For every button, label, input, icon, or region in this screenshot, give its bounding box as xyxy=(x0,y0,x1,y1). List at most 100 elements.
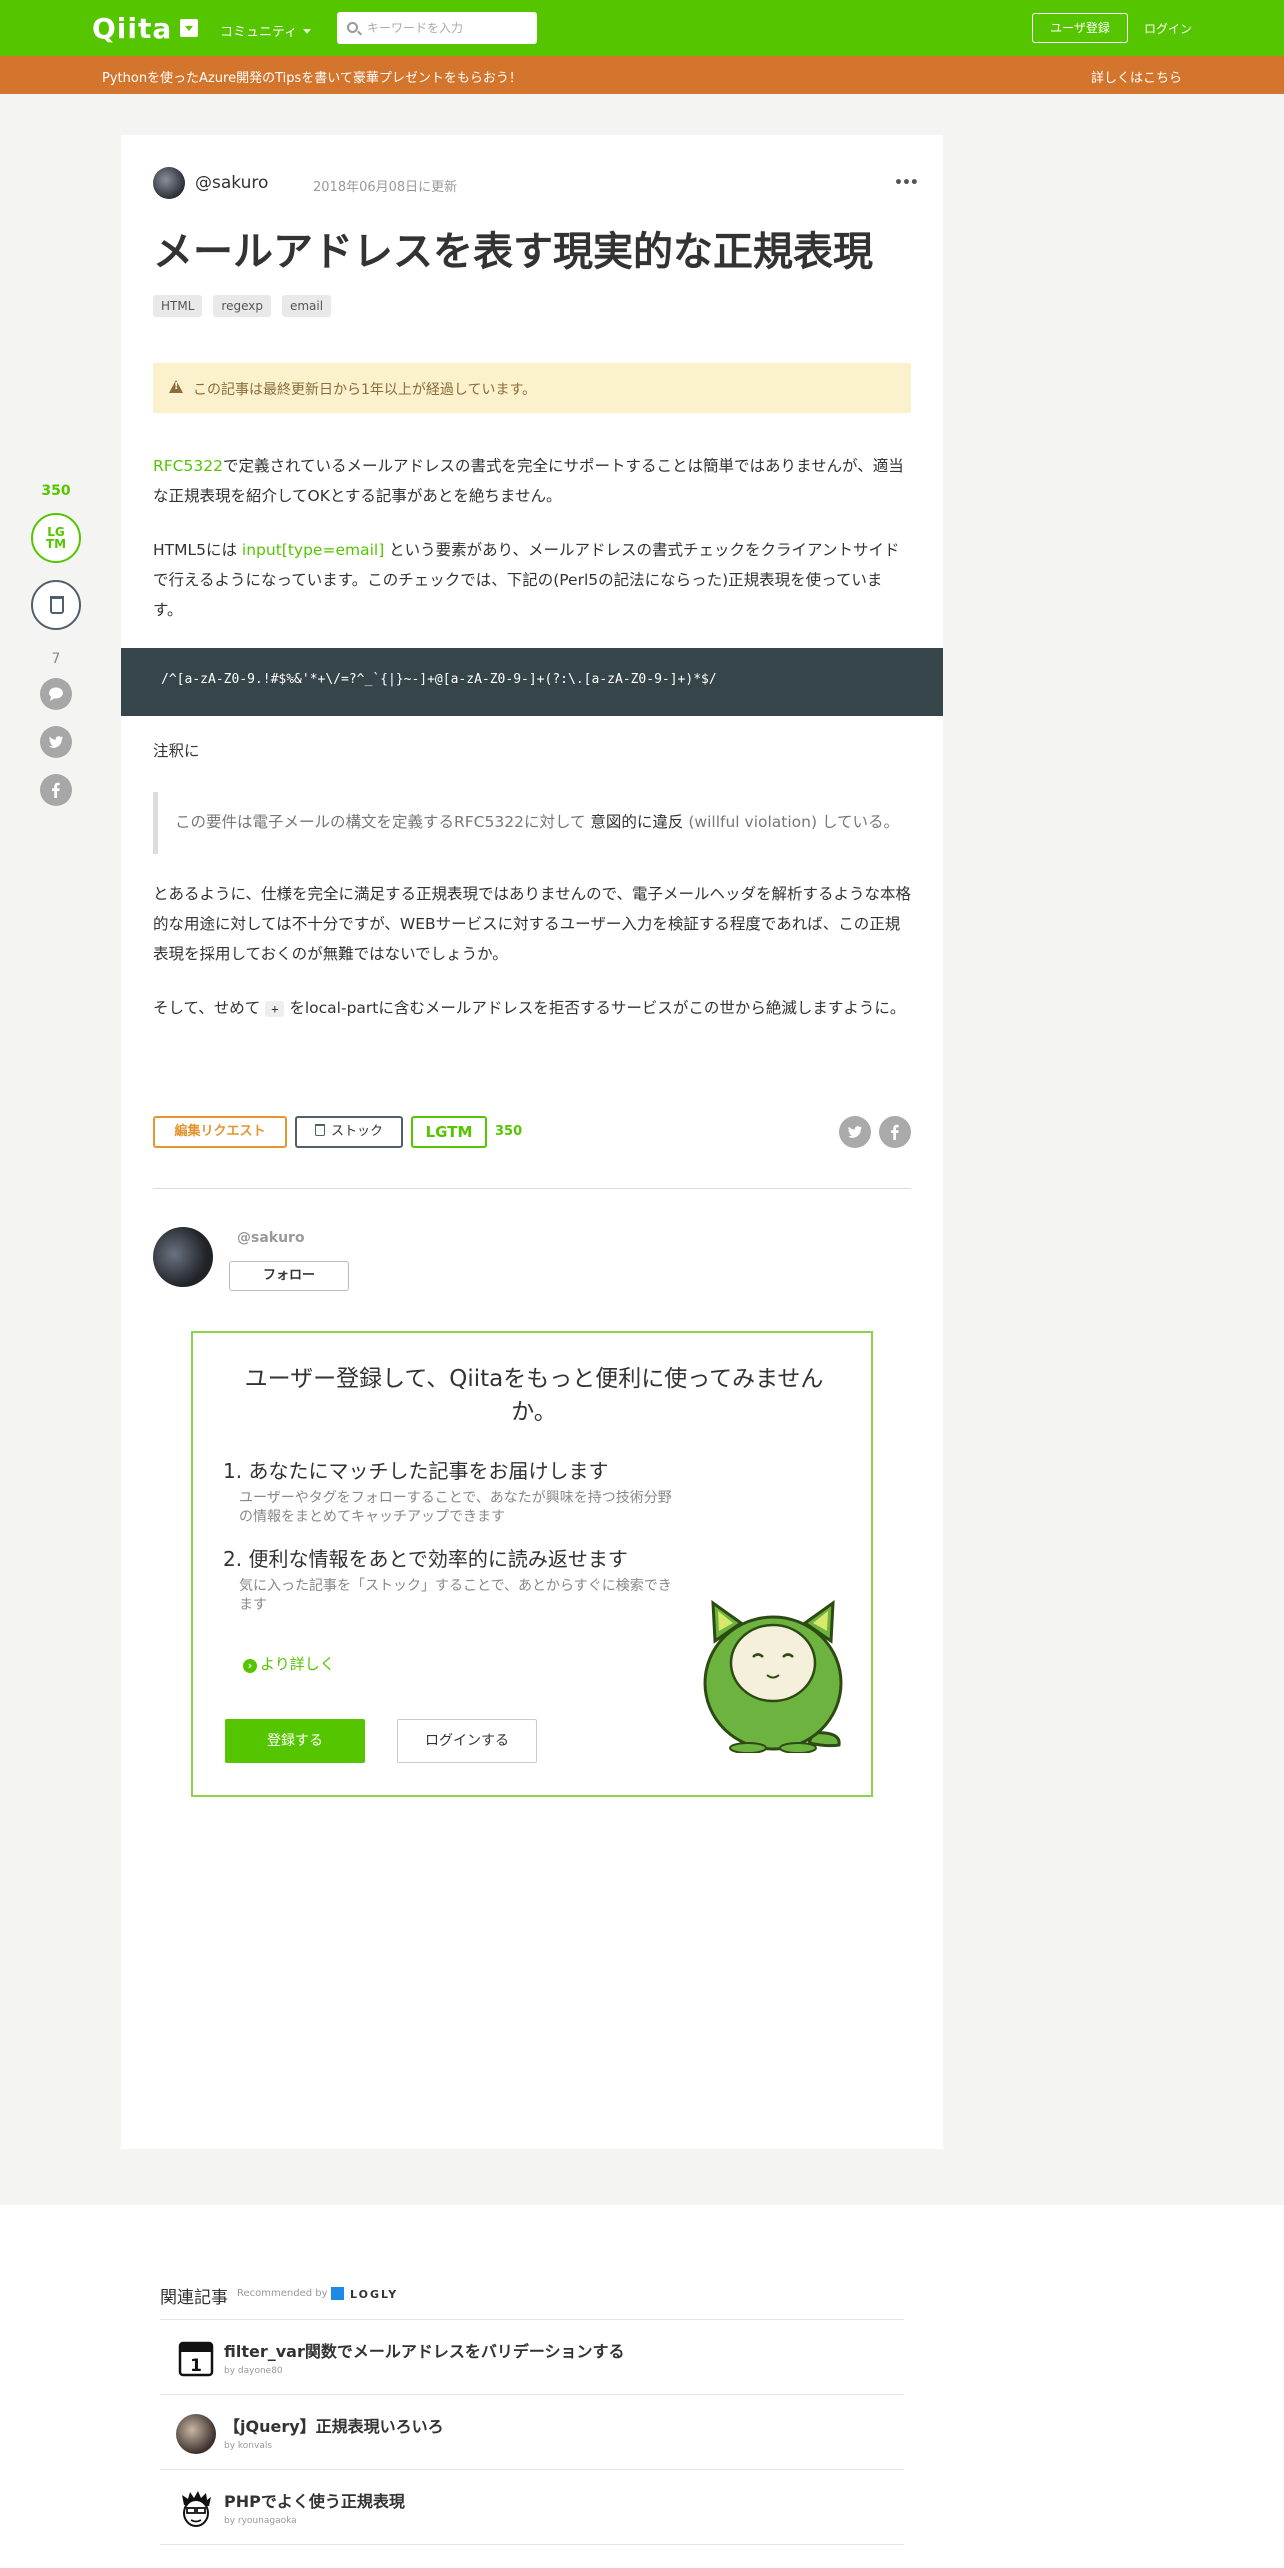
author-avatar[interactable] xyxy=(153,167,185,199)
logly-icon xyxy=(331,2287,344,2300)
related-title: filter_var関数でメールアドレスをバリデーションする xyxy=(224,2342,625,2361)
paragraph: そして、せめて + をlocal-partに含むメールアドレスを拒否するサービス… xyxy=(153,993,911,1024)
related-title: 【jQuery】正規表現いろいろ xyxy=(224,2417,444,2436)
learn-more-link[interactable]: › より詳しく xyxy=(243,1653,335,1674)
benefit-list: 1. あなたにマッチした記事をお届けします ユーザーやタグをフォローすることで、… xyxy=(223,1457,683,1633)
calendar-avatar: 1 xyxy=(178,2341,214,2377)
twitter-share-button[interactable] xyxy=(839,1116,871,1148)
paragraph: HTML5には input[type=email] という要素があり、メールアド… xyxy=(153,535,911,625)
stock-button[interactable]: ストック xyxy=(295,1116,403,1148)
related-author: by ryounagaoka xyxy=(224,2516,297,2526)
logly-logo[interactable]: LOGLY xyxy=(331,2287,398,2301)
learn-more-label: より詳しく xyxy=(260,1655,335,1673)
author-name[interactable]: @sakuro xyxy=(195,173,268,193)
global-header: Qiita コミュニティ ユーザ登録 ログイン xyxy=(0,0,1284,56)
search-box[interactable] xyxy=(337,12,537,44)
community-label: コミュニティ xyxy=(220,25,298,40)
qiitan-mascot-image xyxy=(703,1599,843,1753)
side-comment-count: 7 xyxy=(51,651,61,667)
facebook-icon xyxy=(891,1124,899,1140)
lgtm-count: 350 xyxy=(495,1124,523,1139)
search-icon xyxy=(347,22,358,33)
lgtm-button[interactable]: LGTM xyxy=(411,1116,487,1148)
inline-code: + xyxy=(265,1001,285,1017)
user-avatar xyxy=(182,2491,211,2527)
twitter-icon xyxy=(49,736,63,748)
signup-prompt-title: ユーザー登録して、Qiitaをもっと便利に使ってみませんか。 xyxy=(244,1366,824,1425)
stock-label: ストック xyxy=(330,1124,383,1139)
tag[interactable]: email xyxy=(281,295,332,317)
twitter-share-button[interactable] xyxy=(40,726,72,758)
paragraph: 注釈に xyxy=(153,742,200,760)
side-lgtm-count: 350 xyxy=(41,483,71,499)
paragraph: とあるように、仕様を完全に満足する正規表現ではありませんので、電子メールヘッダを… xyxy=(153,885,911,963)
benefit-item: 2. 便利な情報をあとで効率的に読み返せます 気に入った記事を「ストック」するこ… xyxy=(223,1545,683,1615)
paragraph-text: HTML5には xyxy=(153,541,242,559)
community-menu[interactable]: コミュニティ xyxy=(220,21,312,40)
warning-text: この記事は最終更新日から1年以上が経過しています。 xyxy=(193,382,537,398)
comment-button[interactable] xyxy=(40,678,72,710)
code-block: /^[a-zA-Z0-9.!#$%&'*+\/=?^_`{|}~-]+@[a-z… xyxy=(121,648,943,716)
logly-label: LOGLY xyxy=(350,2288,399,2301)
related-author: by dayone80 xyxy=(224,2366,283,2376)
comment-icon xyxy=(49,687,63,701)
login-link[interactable]: ログイン xyxy=(1144,20,1192,37)
signup-button[interactable]: ユーザ登録 xyxy=(1032,13,1128,43)
side-stock-button[interactable] xyxy=(31,580,81,630)
outdated-warning: この記事は最終更新日から1年以上が経過しています。 xyxy=(153,363,911,413)
quote-text: (willful violation) している。 xyxy=(683,813,899,831)
related-item[interactable]: 1 filter_var関数でメールアドレスをバリデーションする by dayo… xyxy=(160,2320,904,2394)
tag[interactable]: regexp xyxy=(213,295,271,317)
warning-icon xyxy=(169,380,183,393)
logo-dropdown-icon[interactable] xyxy=(180,19,198,37)
login-button[interactable]: ログインする xyxy=(397,1719,537,1763)
signup-prompt: ユーザー登録して、Qiitaをもっと便利に使ってみませんか。 1. あなたにマッ… xyxy=(191,1331,873,1797)
follow-button[interactable]: フォロー xyxy=(229,1261,349,1291)
benefit-item: 1. あなたにマッチした記事をお届けします ユーザーやタグをフォローすることで、… xyxy=(223,1457,683,1527)
related-title: PHPでよく使う正規表現 xyxy=(224,2492,405,2511)
banner-more-link[interactable]: 詳しくはこちら xyxy=(1091,67,1182,86)
input-email-link[interactable]: input[type=email] xyxy=(242,541,384,559)
benefit-heading: 1. あなたにマッチした記事をお届けします xyxy=(223,1459,609,1483)
register-button[interactable]: 登録する xyxy=(225,1719,365,1763)
divider xyxy=(153,1188,911,1189)
chevron-down-icon xyxy=(303,29,312,34)
article-card: @sakuro 2018年06月08日に更新 ••• メールアドレスを表す現実的… xyxy=(121,135,943,2149)
benefit-desc: 気に入った記事を「ストック」することで、あとからすぐに検索できます xyxy=(239,1578,672,1613)
banner-text[interactable]: Pythonを使ったAzure開発のTipsを書いて豪華プレゼントをもらおう！ xyxy=(102,67,522,86)
updated-date: 2018年06月08日に更新 xyxy=(313,180,458,195)
qiita-logo[interactable]: Qiita xyxy=(92,12,172,45)
article-title: メールアドレスを表す現実的な正規表現 xyxy=(153,229,873,275)
more-options-icon[interactable]: ••• xyxy=(894,175,919,191)
author-avatar-large[interactable] xyxy=(153,1227,213,1287)
related-item[interactable]: PHPでよく使う正規表現 by ryounagaoka xyxy=(160,2470,904,2544)
facebook-icon xyxy=(52,782,60,798)
recommended-by: Recommended by xyxy=(237,2288,328,2299)
blockquote: この要件は電子メールの構文を定義するRFC5322に対して 意図的に違反 (wi… xyxy=(153,792,911,854)
arrow-circle-icon: › xyxy=(243,1659,257,1673)
facebook-share-button[interactable] xyxy=(879,1116,911,1148)
benefit-desc: ユーザーやタグをフォローすることで、あなたが興味を持つ技術分野の情報をまとめてキ… xyxy=(239,1490,672,1525)
quote-text: この要件は電子メールの構文を定義するRFC5322に対して xyxy=(175,813,591,831)
facebook-share-button[interactable] xyxy=(40,774,72,806)
paragraph-text: をlocal-partに含むメールアドレスを拒否するサービスがこの世から絶滅しま… xyxy=(284,999,906,1017)
stock-icon xyxy=(50,596,64,614)
rfc-link[interactable]: RFC5322 xyxy=(153,457,223,475)
svg-text:1: 1 xyxy=(190,2356,202,2376)
author-name[interactable]: @sakuro xyxy=(237,1230,305,1246)
side-lgtm-label: LG TM xyxy=(45,525,67,551)
related-articles: 関連記事 Recommended by LOGLY 1 filter_var関数… xyxy=(0,2205,1284,2568)
tag[interactable]: HTML xyxy=(153,295,203,317)
related-item[interactable]: 【jQuery】正規表現いろいろ by konvals xyxy=(160,2395,904,2469)
user-avatar xyxy=(176,2414,216,2454)
related-author: by konvals xyxy=(224,2441,273,2451)
search-input[interactable] xyxy=(367,18,527,38)
paragraph-text: そして、せめて xyxy=(153,999,266,1017)
edit-request-button[interactable]: 編集リクエスト xyxy=(153,1116,287,1148)
stock-icon xyxy=(314,1124,325,1136)
benefit-heading: 2. 便利な情報をあとで効率的に読み返せます xyxy=(223,1547,628,1571)
divider xyxy=(160,2544,904,2545)
side-lgtm-button[interactable]: LG TM xyxy=(31,513,81,563)
tag-list: HTML regexp email xyxy=(153,295,332,317)
quote-emphasis: 意図的に違反 xyxy=(590,813,684,831)
